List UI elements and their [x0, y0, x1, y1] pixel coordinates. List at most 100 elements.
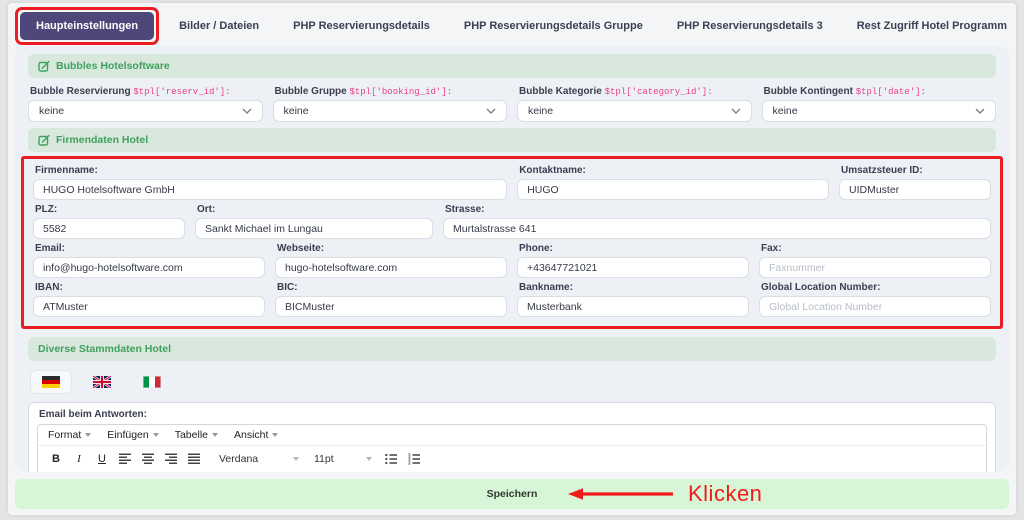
- tab-php-reservierungsdetails[interactable]: PHP Reservierungsdetails: [279, 12, 444, 40]
- kontaktname-label: Kontaktname:: [519, 165, 829, 176]
- kontaktname-input[interactable]: [517, 179, 829, 200]
- edit-icon: [38, 134, 50, 146]
- strasse-input[interactable]: [443, 218, 991, 239]
- gln-label: Global Location Number:: [761, 282, 991, 293]
- caret-down-icon: [153, 433, 159, 437]
- bubble-reservierung-select[interactable]: keine: [28, 100, 263, 122]
- bubble-kategorie-field: Bubble Kategorie $tpl['category_id']: ke…: [517, 82, 752, 122]
- plz-field: PLZ:: [33, 200, 185, 239]
- bubble-gruppe-select[interactable]: keine: [273, 100, 508, 122]
- ort-field: Ort:: [195, 200, 433, 239]
- caret-down-icon: [85, 433, 91, 437]
- tpl-code: $tpl['reserv_id']:: [133, 87, 230, 97]
- tab-php-reservierungsdetails-gruppe[interactable]: PHP Reservierungsdetails Gruppe: [450, 12, 657, 40]
- tab-php-reservierungsdetails-3[interactable]: PHP Reservierungsdetails 3: [663, 12, 837, 40]
- tab-haupteinstellungen[interactable]: Haupteinstellungen: [20, 12, 154, 40]
- klicken-text: Klicken: [688, 481, 762, 507]
- menu-ansicht[interactable]: Ansicht: [234, 429, 278, 441]
- align-justify-icon: [188, 453, 201, 465]
- email-label: Email:: [35, 243, 265, 254]
- bubble-gruppe-field: Bubble Gruppe $tpl['booking_id']: keine: [273, 82, 508, 122]
- bubble-fields-row: Bubble Reservierung $tpl['reserv_id']: k…: [28, 82, 996, 122]
- umsatzsteuer-label: Umsatzsteuer ID:: [841, 165, 991, 176]
- bankname-label: Bankname:: [519, 282, 749, 293]
- webseite-field: Webseite:: [275, 239, 507, 278]
- tpl-code: $tpl['category_id']:: [605, 87, 713, 97]
- language-flag-tabs: [30, 370, 996, 394]
- numbered-list-icon: [408, 453, 421, 465]
- iban-label: IBAN:: [35, 282, 265, 293]
- section-title: Bubbles Hotelsoftware: [56, 60, 170, 72]
- firmenname-label: Firmenname:: [35, 165, 507, 176]
- english-language-tab[interactable]: [82, 371, 122, 393]
- align-right-icon: [165, 453, 178, 465]
- edit-icon: [38, 60, 50, 72]
- plz-input[interactable]: [33, 218, 185, 239]
- font-family-select[interactable]: Verdana: [213, 453, 305, 465]
- webseite-input[interactable]: [275, 257, 507, 278]
- bankname-field: Bankname:: [517, 278, 749, 317]
- bullet-list-icon: [385, 453, 398, 465]
- menu-tabelle[interactable]: Tabelle: [175, 429, 218, 441]
- chevron-down-icon: [242, 108, 252, 114]
- bic-input[interactable]: [275, 296, 507, 317]
- firmendaten-row-1: Firmenname: Kontaktname: Umsatzsteuer ID…: [33, 161, 991, 200]
- ort-input[interactable]: [195, 218, 433, 239]
- caret-down-icon: [366, 457, 372, 461]
- fax-field: Fax:: [759, 239, 991, 278]
- section-header-bubbles: Bubbles Hotelsoftware: [28, 54, 996, 78]
- iban-input[interactable]: [33, 296, 265, 317]
- align-justify-button[interactable]: [184, 450, 204, 468]
- bubble-reservierung-label: Bubble Reservierung $tpl['reserv_id']:: [30, 86, 263, 97]
- email-antworten-box: Email beim Antworten: Format Einfügen Ta…: [28, 402, 996, 472]
- fax-label: Fax:: [761, 243, 991, 254]
- german-flag-icon: [42, 376, 60, 388]
- klicken-annotation: Klicken: [568, 481, 762, 507]
- font-size-select[interactable]: 11pt: [308, 453, 378, 465]
- align-right-button[interactable]: [161, 450, 181, 468]
- italian-language-tab[interactable]: [132, 371, 172, 393]
- email-input[interactable]: [33, 257, 265, 278]
- umsatzsteuer-input[interactable]: [839, 179, 991, 200]
- kontaktname-field: Kontaktname:: [517, 161, 829, 200]
- bubble-gruppe-label: Bubble Gruppe $tpl['booking_id']:: [275, 86, 508, 97]
- ort-label: Ort:: [197, 204, 433, 215]
- bubble-kontingent-select[interactable]: keine: [762, 100, 997, 122]
- email-antworten-label: Email beim Antworten:: [39, 409, 987, 420]
- tab-rest-zugriff-hotel-programm[interactable]: Rest Zugriff Hotel Programm: [843, 12, 1021, 40]
- firmenname-field: Firmenname:: [33, 161, 507, 200]
- plz-label: PLZ:: [35, 204, 185, 215]
- bubble-kategorie-label: Bubble Kategorie $tpl['category_id']:: [519, 86, 752, 97]
- phone-input[interactable]: [517, 257, 749, 278]
- bankname-input[interactable]: [517, 296, 749, 317]
- webseite-label: Webseite:: [277, 243, 507, 254]
- editor-toolbar: B I U Verdana 11pt: [38, 446, 986, 472]
- chevron-down-icon: [975, 108, 985, 114]
- strasse-field: Strasse:: [443, 200, 991, 239]
- fax-input[interactable]: [759, 257, 991, 278]
- menu-format[interactable]: Format: [48, 429, 91, 441]
- firmenname-input[interactable]: [33, 179, 507, 200]
- iban-field: IBAN:: [33, 278, 265, 317]
- align-center-button[interactable]: [138, 450, 158, 468]
- tab-bilder-dateien[interactable]: Bilder / Dateien: [165, 12, 273, 40]
- speichern-button[interactable]: Speichern Klicken: [15, 479, 1009, 509]
- tab-bar: Haupteinstellungen Bilder / Dateien PHP …: [15, 8, 1009, 44]
- section-title: Firmendaten Hotel: [56, 134, 148, 146]
- tpl-code: $tpl['booking_id']:: [350, 87, 453, 97]
- red-arrow-left-icon: [568, 486, 676, 502]
- bubble-kategorie-select[interactable]: keine: [517, 100, 752, 122]
- bullet-list-button[interactable]: [381, 450, 401, 468]
- gln-input[interactable]: [759, 296, 991, 317]
- strasse-label: Strasse:: [445, 204, 991, 215]
- align-left-button[interactable]: [115, 450, 135, 468]
- underline-button[interactable]: U: [92, 450, 112, 468]
- menu-einfuegen[interactable]: Einfügen: [107, 429, 158, 441]
- bic-field: BIC:: [275, 278, 507, 317]
- red-annotation-firmendaten-box: Firmenname: Kontaktname: Umsatzsteuer ID…: [21, 156, 1003, 329]
- german-language-tab[interactable]: [30, 370, 72, 394]
- phone-field: Phone:: [517, 239, 749, 278]
- numbered-list-button[interactable]: [404, 450, 424, 468]
- bold-button[interactable]: B: [46, 450, 66, 468]
- italic-button[interactable]: I: [69, 450, 89, 468]
